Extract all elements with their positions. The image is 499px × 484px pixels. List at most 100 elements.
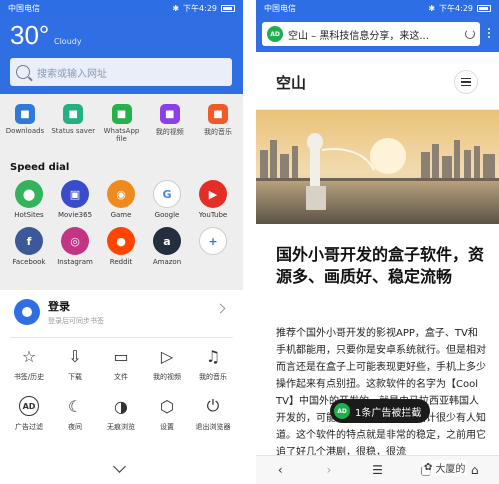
quick-item[interactable]: ■ WhatsApp file bbox=[99, 104, 145, 143]
power-icon: ⏻ bbox=[206, 396, 220, 415]
home-icon[interactable]: ⌂ bbox=[466, 461, 484, 479]
menu-item-label: 设置 bbox=[160, 423, 174, 431]
speed-dial-label: Movie365 bbox=[57, 211, 93, 219]
menu-item[interactable]: AD 广告过滤 bbox=[6, 396, 52, 432]
hotsites-icon: ⬤ bbox=[15, 180, 43, 208]
speed-dial-label: Amazon bbox=[152, 258, 182, 266]
music-icon: ■ bbox=[208, 104, 228, 124]
bluetooth-icon: ✱ bbox=[172, 3, 180, 13]
avatar bbox=[14, 299, 40, 325]
menu-item-label: 我的音乐 bbox=[199, 373, 227, 381]
star-icon: ☆ bbox=[21, 346, 37, 366]
download-icon: ■ bbox=[15, 104, 35, 124]
site-logo[interactable]: 空山 bbox=[276, 72, 306, 93]
speed-dial-item[interactable]: f Facebook bbox=[6, 227, 52, 266]
facebook-icon: f bbox=[15, 227, 43, 255]
speed-dial-item[interactable]: a Amazon bbox=[144, 227, 190, 266]
separator bbox=[243, 0, 256, 484]
google-icon: G bbox=[153, 180, 181, 208]
quick-item-label: Downloads bbox=[5, 127, 45, 135]
speed-dial-item[interactable]: ▣ Movie365 bbox=[52, 180, 98, 219]
url-text: 空山 – 黑科技信息分享，来这... bbox=[288, 30, 429, 42]
quick-item[interactable]: ■ 我的视频 bbox=[147, 104, 193, 143]
video-play-icon: ▷ bbox=[160, 346, 174, 366]
toast-text: 1条广告被拦截 bbox=[355, 407, 422, 419]
folder-icon: ▭ bbox=[113, 346, 129, 366]
carrier-label: 中国电信 bbox=[8, 3, 40, 13]
menu-grid: ☆ 书签/历史 ⇩ 下载 ▭ 文件 ▷ 我的视频 ♫ 我的音乐 AD 广告过滤 ☾ 夜间 ◑ 无痕浏览 ⬡ 设置 ⏻… bbox=[6, 346, 238, 432]
right-phone-screen: 中国电信 ✱ 下午4:29 AD 空山 – 黑科技信息分享，来这... 空山 国… bbox=[256, 0, 499, 484]
add-icon: + bbox=[199, 227, 227, 255]
search-icon bbox=[16, 65, 30, 79]
status-saver-icon: ■ bbox=[63, 104, 84, 124]
weather-condition: Cloudy bbox=[54, 37, 82, 46]
menu-item[interactable]: ◑ 无痕浏览 bbox=[98, 396, 144, 432]
menu-item-label: 文件 bbox=[114, 373, 128, 381]
night-mode-icon: ☾ bbox=[67, 396, 83, 416]
game-icon: ◉ bbox=[107, 180, 135, 208]
speed-dial-label: Instagram bbox=[57, 258, 93, 266]
chat-bubble-icon: ✿ bbox=[424, 462, 433, 473]
menu-item[interactable]: ▷ 我的视频 bbox=[144, 346, 190, 382]
menu-item-label: 我的视频 bbox=[153, 373, 181, 381]
quick-access-row: ■ Downloads ■ Status saver ■ WhatsApp file ■ 我的… bbox=[2, 104, 241, 143]
speed-dial-item[interactable]: + bbox=[190, 227, 236, 266]
movie365-icon: ▣ bbox=[61, 180, 89, 208]
menu-item[interactable]: ⬡ 设置 bbox=[144, 396, 190, 432]
quick-item-label: WhatsApp file bbox=[103, 127, 140, 143]
menu-item-label: 广告过滤 bbox=[15, 423, 43, 431]
menu-item[interactable]: ▭ 文件 bbox=[98, 346, 144, 382]
menu-item[interactable]: ⏻ 退出浏览器 bbox=[190, 396, 236, 432]
menu-item[interactable]: ♫ 我的音乐 bbox=[190, 346, 236, 382]
speed-dial-label: YouTube bbox=[198, 211, 228, 219]
ad-block-badge: AD bbox=[334, 403, 350, 419]
search-input[interactable]: 搜索或输入网址 bbox=[10, 58, 232, 86]
quick-item-label: 我的音乐 bbox=[204, 128, 232, 136]
menu-item[interactable]: ☆ 书签/历史 bbox=[6, 346, 52, 382]
quick-item-label: Status saver bbox=[51, 127, 96, 135]
speed-dial-label: Facebook bbox=[12, 258, 46, 266]
quick-item[interactable]: ■ Status saver bbox=[50, 104, 96, 143]
menu-item-label: 下载 bbox=[68, 373, 82, 381]
clock-label: 下午4:29 bbox=[439, 3, 473, 13]
login-row[interactable]: 登录 登录后可同步书签 bbox=[14, 298, 104, 326]
watermark: ✿ 大厦的 bbox=[422, 460, 468, 475]
menu-item[interactable]: ⇩ 下载 bbox=[52, 346, 98, 382]
menu-item-label: 书签/历史 bbox=[13, 373, 45, 381]
left-phone-screen: 中国电信 ✱ 下午4:29 30° Cloudy 搜索或输入网址 ■ Downlo… bbox=[0, 0, 243, 484]
speed-dial-item[interactable]: ● Reddit bbox=[98, 227, 144, 266]
menu-icon[interactable]: ☰ bbox=[368, 461, 386, 479]
battery-icon bbox=[221, 4, 235, 12]
speed-dial-item[interactable]: ⬤ HotSites bbox=[6, 180, 52, 219]
menu-item[interactable]: ☾ 夜间 bbox=[52, 396, 98, 432]
quick-item[interactable]: ■ 我的音乐 bbox=[195, 104, 241, 143]
url-field[interactable]: AD 空山 – 黑科技信息分享，来这... bbox=[262, 22, 480, 46]
forward-icon[interactable]: › bbox=[320, 461, 338, 479]
menu-item-label: 夜间 bbox=[68, 423, 82, 431]
more-options-icon[interactable] bbox=[488, 28, 490, 38]
download-arrow-icon: ⇩ bbox=[68, 346, 82, 366]
divider bbox=[10, 337, 233, 338]
clock-label: 下午4:29 bbox=[183, 3, 217, 13]
back-icon[interactable]: ‹ bbox=[271, 461, 289, 479]
settings-icon: ⬡ bbox=[160, 396, 174, 416]
incognito-icon: ◑ bbox=[114, 396, 128, 416]
article-banner-image bbox=[256, 110, 499, 224]
speed-dial-item[interactable]: ▶ YouTube bbox=[190, 180, 236, 219]
reload-icon[interactable] bbox=[465, 29, 475, 39]
article-body: 推荐个国外小哥开发的影视APP，盒子、TV和手机都能用，只要你是安卓系统就行。但… bbox=[276, 328, 486, 458]
city-skyline-image bbox=[256, 110, 499, 224]
speed-dial-grid: ⬤ HotSites ▣ Movie365 ◉ Game G Google ▶ YouTube f F… bbox=[6, 180, 238, 266]
speed-dial-title: Speed dial bbox=[10, 162, 70, 173]
speed-dial-label: Game bbox=[110, 211, 132, 219]
amazon-icon: a bbox=[153, 227, 181, 255]
battery-icon bbox=[477, 4, 491, 12]
speed-dial-item[interactable]: G Google bbox=[144, 180, 190, 219]
hamburger-menu-icon[interactable] bbox=[454, 70, 478, 94]
speed-dial-item[interactable]: ◉ Game bbox=[98, 180, 144, 219]
speed-dial-item[interactable]: ◎ Instagram bbox=[52, 227, 98, 266]
ad-block-badge[interactable]: AD bbox=[267, 26, 283, 42]
quick-item[interactable]: ■ Downloads bbox=[2, 104, 48, 143]
instagram-icon: ◎ bbox=[61, 227, 89, 255]
screenshot-root: 中国电信 ✱ 下午4:29 30° Cloudy 搜索或输入网址 ■ Downlo… bbox=[0, 0, 499, 484]
